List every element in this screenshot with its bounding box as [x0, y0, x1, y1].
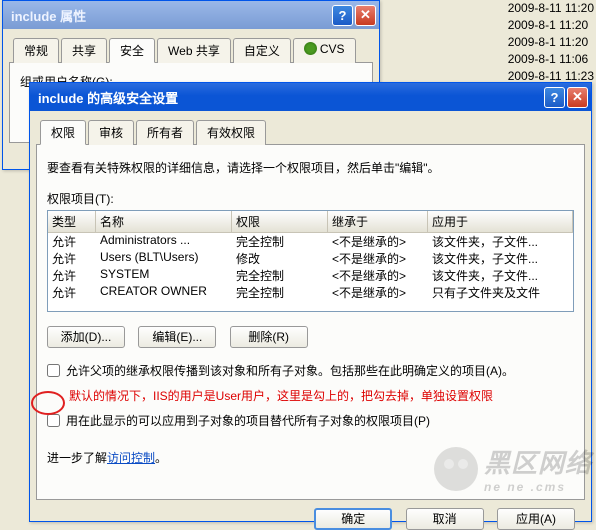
titlebar-advanced[interactable]: include 的高级安全设置 ? ✕ [30, 83, 591, 111]
close-button[interactable]: ✕ [355, 5, 376, 26]
tab-customize[interactable]: 自定义 [233, 38, 291, 63]
remove-button[interactable]: 删除(R) [230, 326, 308, 348]
permissions-list[interactable]: 类型 名称 权限 继承于 应用于 允许Administrators ...完全控… [47, 210, 574, 312]
tab-general[interactable]: 常规 [13, 38, 59, 63]
help-button[interactable]: ? [544, 87, 565, 108]
apply-button[interactable]: 应用(A) [497, 508, 575, 530]
inherit-checkbox[interactable] [47, 364, 60, 377]
replace-label: 用在此显示的可以应用到子对象的项目替代所有子对象的权限项目(P) [66, 412, 574, 429]
table-row[interactable]: 允许CREATOR OWNER完全控制<不是继承的>只有子文件夹及文件 [48, 284, 573, 301]
titlebar-properties[interactable]: include 属性 ? ✕ [3, 1, 379, 29]
add-button[interactable]: 添加(D)... [47, 326, 125, 348]
tab-cvs[interactable]: CVS [293, 38, 356, 63]
tab-auditing[interactable]: 审核 [88, 120, 134, 145]
close-button[interactable]: ✕ [567, 87, 588, 108]
permission-buttons: 添加(D)... 编辑(E)... 删除(R) [47, 326, 574, 348]
watermark-logo-icon [434, 447, 478, 491]
tab-websharing[interactable]: Web 共享 [157, 38, 231, 63]
cvs-icon [304, 42, 317, 55]
replace-checkbox-row: 用在此显示的可以应用到子对象的项目替代所有子对象的权限项目(P) [47, 412, 574, 429]
tab-sharing[interactable]: 共享 [61, 38, 107, 63]
ok-button[interactable]: 确定 [314, 508, 392, 530]
table-row[interactable]: 允许Users (BLT\Users)修改<不是继承的>该文件夹，子文件... [48, 250, 573, 267]
tab-security[interactable]: 安全 [109, 38, 155, 63]
table-row[interactable]: 允许Administrators ...完全控制<不是继承的>该文件夹，子文件.… [48, 233, 573, 250]
list-label: 权限项目(T): [47, 190, 574, 207]
window-title: include 属性 [11, 6, 86, 25]
advanced-tabstrip: 权限 审核 所有者 有效权限 [36, 119, 585, 145]
list-header: 类型 名称 权限 继承于 应用于 [48, 211, 573, 233]
annotation-text: 默认的情况下，IIS的用户是User用户，这里是勾上的，把勾去掉，单独设置权限 [69, 387, 574, 404]
inherit-checkbox-row: 允许父项的继承权限传播到该对象和所有子对象。包括那些在此明确定义的项目(A)。 [47, 362, 574, 379]
access-control-link[interactable]: 访问控制 [107, 451, 155, 465]
properties-tabstrip: 常规 共享 安全 Web 共享 自定义 CVS [9, 37, 373, 63]
help-button[interactable]: ? [332, 5, 353, 26]
watermark: 黑区网络 ne ne .cms [434, 443, 592, 494]
cancel-button[interactable]: 取消 [406, 508, 484, 530]
window-title: include 的高级安全设置 [38, 88, 178, 107]
tab-effective[interactable]: 有效权限 [196, 120, 266, 145]
edit-button[interactable]: 编辑(E)... [138, 326, 216, 348]
dialog-buttons: 确定 取消 应用(A) [30, 508, 581, 530]
replace-checkbox[interactable] [47, 414, 60, 427]
tab-owner[interactable]: 所有者 [136, 120, 194, 145]
tab-permissions[interactable]: 权限 [40, 120, 86, 145]
intro-text: 要查看有关特殊权限的详细信息，请选择一个权限项目，然后单击"编辑"。 [47, 159, 574, 176]
table-row[interactable]: 允许SYSTEM完全控制<不是继承的>该文件夹，子文件... [48, 267, 573, 284]
background-date-list: 2009-8-11 11:20 2009-8-1 11:20 2009-8-1 … [508, 0, 594, 85]
inherit-label: 允许父项的继承权限传播到该对象和所有子对象。包括那些在此明确定义的项目(A)。 [66, 362, 574, 379]
